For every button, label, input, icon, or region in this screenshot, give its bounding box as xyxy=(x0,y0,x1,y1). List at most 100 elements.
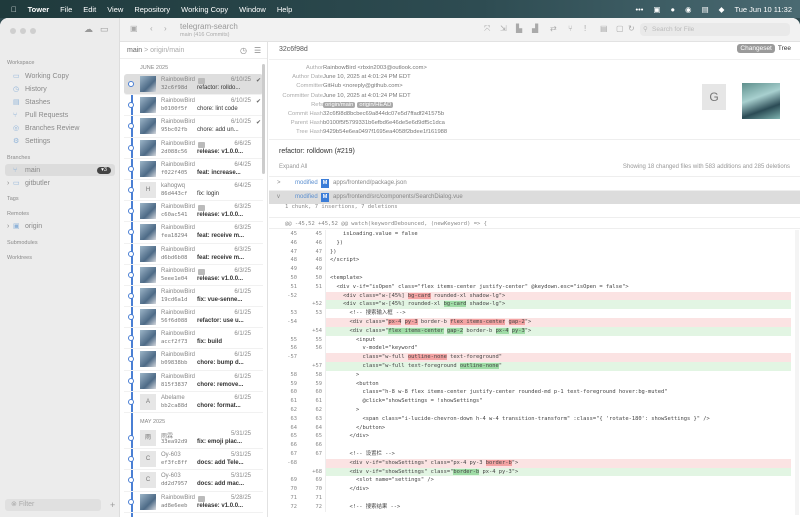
status-area: ••• ▣ ● ◉ ▤ ◆ Tue Jun 10 11:32 xyxy=(636,0,792,18)
drive-icon[interactable]: ▭ xyxy=(100,24,109,35)
commit-row[interactable]: RainbowBird 6/1/25 56f6d088 refactor: use u… xyxy=(124,307,263,329)
commit-row[interactable]: 雨雨霖 5/31/25 33ea92d9 fix: emoji plac... xyxy=(124,428,263,450)
commit-row[interactable]: RainbowBird 6/1/25 815f3837 chore: remove..… xyxy=(124,371,263,392)
add-button[interactable]: + xyxy=(110,500,115,510)
disclosure-chevron-icon[interactable]: › xyxy=(7,180,9,187)
avatar xyxy=(140,118,156,135)
changed-file-row[interactable]: > modified Mapps/frontend/package.json xyxy=(269,176,800,190)
commit-row[interactable]: Hkahogwq 6/4/25 86d443cf fix: login xyxy=(124,180,263,202)
commit-row[interactable]: RainbowBird 6/10/25 ✔ b0100f5f chore: lint c… xyxy=(124,95,263,117)
diff-scrollbar[interactable] xyxy=(795,230,799,515)
back-icon[interactable]: ‹ xyxy=(150,24,153,33)
expand-all-button[interactable]: Expand All xyxy=(279,164,307,170)
avatar xyxy=(140,245,156,262)
commit-row[interactable]: C Oy-603 5/31/25 ef3fc8ff docs: add Tele... xyxy=(124,449,263,471)
commit-row[interactable]: C Oy-603 5/31/25 dd2d7957 docs: add mac... xyxy=(124,470,263,492)
menu-repository[interactable]: Repository xyxy=(134,5,170,14)
commit-row[interactable]: RainbowBird 6/1/25 accf2f73 fix: build xyxy=(124,328,263,350)
remote-origin[interactable]: › ▣ origin xyxy=(5,220,115,232)
file-search-input[interactable]: ⚲ Search for File xyxy=(640,23,790,36)
history-icon[interactable]: ◷ xyxy=(240,46,247,55)
old-line-number: 60 xyxy=(290,389,298,396)
more-icon[interactable]: ••• xyxy=(636,5,644,14)
commit-row[interactable]: RainbowBird 6/1/25 b09838bb chore: bump d..… xyxy=(124,349,263,371)
commit-row[interactable]: RainbowBird 6/4/25 f022f405 feat: increase.… xyxy=(124,159,263,180)
refresh-icon[interactable]: ↻ xyxy=(628,24,635,33)
chevron-right-icon[interactable]: > xyxy=(277,180,281,186)
repo-title[interactable]: telegram-search xyxy=(180,22,238,31)
siri-icon[interactable]: ◆ xyxy=(719,5,725,14)
menu-file[interactable]: File xyxy=(60,5,72,14)
menu-view[interactable]: View xyxy=(107,5,123,14)
calendar-icon[interactable]: ▣ xyxy=(653,5,660,14)
commit-date: 6/3/25 xyxy=(234,204,251,211)
commit-row[interactable]: RainbowBird 6/10/25 ✔ 95bc02fb chore: add un… xyxy=(124,116,263,138)
sync-icon[interactable]: ⇄ xyxy=(550,24,557,33)
commit-row[interactable]: RainbowBird 6/1/25 19cd6a1d fix: vue-senne.… xyxy=(124,286,263,308)
commit-row[interactable]: RainbowBird 6/3/25 c60ac541 release: v1.0.0… xyxy=(124,201,263,223)
scrollbar[interactable] xyxy=(262,64,265,174)
chevron-down-icon[interactable]: v xyxy=(277,194,280,200)
disclosure-chevron-icon[interactable]: › xyxy=(7,223,9,230)
branch-folder-gitbutler[interactable]: › ▭ gitbutler xyxy=(5,177,115,189)
branch-main[interactable]: ⑂ main ▾3 xyxy=(5,164,115,176)
unstash-icon[interactable]: ▢ xyxy=(616,24,624,33)
tab-tree[interactable]: Tree xyxy=(775,44,794,53)
filter-input[interactable]: ⊗ Filter xyxy=(5,499,101,511)
sidebar-item-pull-requests[interactable]: ⑂ Pull Requests xyxy=(5,109,115,121)
sidebar-item-stashes[interactable]: ▤ Stashes xyxy=(5,96,115,108)
battery-icon[interactable]: ▤ xyxy=(702,5,709,14)
clock[interactable]: Tue Jun 10 11:32 xyxy=(734,5,792,14)
minimize-button[interactable] xyxy=(20,28,26,34)
commit-hash-title: 32c6f98d xyxy=(279,46,308,53)
branch-icon[interactable]: ⑂ xyxy=(568,24,573,33)
changed-file-row[interactable]: v modified Mapps/frontend/src/components/S… xyxy=(269,190,800,204)
sidebar-item-history[interactable]: ◷ History xyxy=(5,83,115,95)
commit-row[interactable]: RainbowBird 6/3/25 d6bd6b08 feat: receive m… xyxy=(124,244,263,265)
merge-icon[interactable]: ⤧ xyxy=(484,24,490,34)
filter-settings-icon[interactable]: ☰ xyxy=(254,46,261,55)
tab-changeset[interactable]: Changeset xyxy=(737,44,775,53)
meta-label: Author Date xyxy=(292,74,323,81)
tag-icon[interactable]: ! xyxy=(584,24,586,33)
apple-icon[interactable]:  xyxy=(11,5,17,14)
branch-name[interactable]: main xyxy=(127,47,142,54)
close-button[interactable] xyxy=(10,28,16,34)
wechat-icon[interactable]: ● xyxy=(671,5,676,14)
forward-icon[interactable]: › xyxy=(164,24,167,33)
sidebar-item-settings[interactable]: ⚙ Settings xyxy=(5,135,115,147)
pull-icon[interactable]: ▙ xyxy=(516,24,522,33)
commit-row[interactable]: RainbowBird 5/28/25 ad8e6eeb release: v1.0.… xyxy=(124,492,263,513)
commit-date: 6/4/25 xyxy=(234,182,251,189)
commit-author: RainbowBird xyxy=(161,288,196,295)
fetch-icon[interactable]: ⇲ xyxy=(500,24,507,33)
push-icon[interactable]: ▟ xyxy=(532,24,538,33)
code-text: class="w-full text-foreground xyxy=(330,362,460,369)
folder-icon[interactable]: ▣ xyxy=(130,24,138,33)
new-line-number: +68 xyxy=(312,468,322,475)
ref-badge[interactable]: origin/HEAD xyxy=(357,101,394,108)
new-line-number: 49 xyxy=(315,266,323,273)
menu-edit[interactable]: Edit xyxy=(83,5,96,14)
commit-row[interactable]: RainbowBird 6/6/25 2d088c56 release: v1.0.0… xyxy=(124,138,263,159)
menu-help[interactable]: Help xyxy=(277,5,292,14)
menu-working-copy[interactable]: Working Copy xyxy=(181,5,228,14)
commit-row[interactable]: RainbowBird 6/3/25 5eee1e04 release: v1.0.0… xyxy=(124,265,263,286)
line-code: }) xyxy=(325,247,791,257)
zoom-button[interactable] xyxy=(30,28,36,34)
new-line-number: 50 xyxy=(315,274,323,281)
tag-icon xyxy=(198,78,205,84)
sidebar-item-working-copy[interactable]: ▭ Working Copy xyxy=(5,70,115,82)
menu-app[interactable]: Tower xyxy=(28,5,50,14)
commit-row[interactable]: RainbowBird 6/10/25 ✔ 32c6f98d refactor: rol… xyxy=(124,74,263,96)
cloud-icon[interactable]: ☁ xyxy=(84,24,93,35)
menu-window[interactable]: Window xyxy=(239,5,266,14)
stash-icon[interactable]: ▤ xyxy=(600,24,608,33)
commit-author: RainbowBird xyxy=(161,119,196,126)
commit-row[interactable]: A Abelame 6/1/25 bb2ca88d chore: format... xyxy=(124,392,263,413)
shield-icon[interactable]: ◉ xyxy=(685,5,692,14)
sidebar-item-branches-review[interactable]: ◎ Branches Review xyxy=(5,122,115,134)
window-controls[interactable] xyxy=(10,28,36,34)
ref-badge[interactable]: origin/main xyxy=(323,101,356,108)
commit-row[interactable]: RainbowBird 6/3/25 fea18294 feat: receive m… xyxy=(124,222,263,244)
